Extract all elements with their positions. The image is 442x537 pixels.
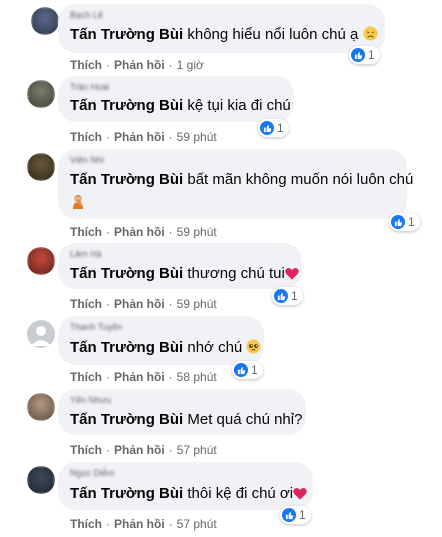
- like-icon: [282, 508, 296, 522]
- like-icon: [274, 289, 288, 303]
- comment-actions: Thích · Phản hồi · 57 phút: [70, 517, 217, 531]
- comment-text: Tấn Trường Bùi bất mãn không muốn nói lu…: [70, 171, 413, 188]
- comment-bubble: Trần Hoài Tấn Trường Bùi kệ tụi kia đi c…: [58, 76, 294, 137]
- comment-text: Tấn Trường Bùi thôi kệ đi chú ơi: [70, 485, 307, 504]
- comment-author[interactable]: Viên Nhi: [70, 155, 104, 165]
- comment-body: thôi kệ đi chú ơi: [187, 485, 294, 502]
- mention-link[interactable]: Tấn Trường Bùi: [70, 411, 183, 428]
- comment-timestamp[interactable]: 57 phút: [177, 443, 217, 457]
- comment-timestamp[interactable]: 59 phút: [177, 130, 217, 144]
- reply-link[interactable]: Phản hồi: [114, 517, 165, 531]
- like-link[interactable]: Thích: [70, 130, 102, 144]
- reaction-count: 1: [277, 121, 284, 135]
- comment-timestamp[interactable]: 1 giờ: [177, 58, 204, 72]
- comment-bubble: Lâm Hà Tấn Trường Bùi thương chú tui 1: [58, 243, 303, 305]
- like-icon: [234, 363, 248, 377]
- like-link[interactable]: Thích: [70, 58, 102, 72]
- like-link[interactable]: Thích: [70, 443, 102, 457]
- reaction-badge[interactable]: 1: [232, 361, 263, 379]
- red-heart-icon: [285, 267, 299, 284]
- red-heart-icon: [293, 487, 307, 504]
- comment-timestamp[interactable]: 59 phút: [177, 297, 217, 311]
- comment-actions: Thích · Phản hồi · 57 phút: [70, 443, 217, 457]
- avatar[interactable]: [27, 80, 55, 108]
- comment-body: Met quá chú nhỉ?: [187, 411, 303, 428]
- comment-author[interactable]: Ngọc Diễm: [70, 468, 115, 478]
- reaction-badge[interactable]: 1: [272, 287, 303, 305]
- mention-link[interactable]: Tấn Trường Bùi: [70, 485, 183, 502]
- reaction-badge[interactable]: 1: [280, 506, 311, 524]
- avatar[interactable]: [27, 320, 55, 348]
- like-link[interactable]: Thích: [70, 225, 102, 239]
- reaction-count: 1: [251, 363, 258, 377]
- comment-body: bất mãn không muốn nói luôn chú: [187, 171, 414, 188]
- comment-bubble: Viên Nhi Tấn Trường Bùi bất mãn không mu…: [58, 149, 420, 231]
- comment-actions: Thích · Phản hồi · 1 giờ: [70, 58, 204, 72]
- avatar[interactable]: [27, 153, 55, 181]
- comment-body: kệ tụi kia đi chú: [187, 97, 291, 114]
- like-link[interactable]: Thích: [70, 370, 102, 384]
- reply-link[interactable]: Phản hồi: [114, 370, 165, 384]
- pleading-face-icon: [246, 339, 261, 358]
- reaction-badge[interactable]: 1: [258, 119, 289, 137]
- comment-timestamp[interactable]: 59 phút: [177, 225, 217, 239]
- comment-author[interactable]: Yến Nhưu: [70, 395, 111, 405]
- comment-author[interactable]: Bạch Lê: [70, 10, 103, 20]
- comment-actions: Thích · Phản hồi · 59 phút: [70, 297, 217, 311]
- comment-bubble: Bạch Lê Tấn Trường Bùi không hiểu nổi lu…: [58, 4, 385, 64]
- comment-bubble: Thanh Tuyền Tấn Trường Bùi nhớ chú 1: [58, 316, 264, 379]
- comment-body: không hiểu nổi luôn chú ạ: [187, 26, 359, 43]
- comment-author[interactable]: Lâm Hà: [70, 249, 102, 259]
- comment-actions: Thích · Phản hồi · 59 phút: [70, 225, 217, 239]
- comment-text: Tấn Trường Bùi thương chú tui: [70, 265, 299, 284]
- mention-link[interactable]: Tấn Trường Bùi: [70, 26, 183, 43]
- comment-text: Tấn Trường Bùi không hiểu nổi luôn chú ạ: [70, 26, 378, 45]
- comment-body: thương chú tui: [187, 265, 285, 282]
- reply-link[interactable]: Phản hồi: [114, 58, 165, 72]
- reply-link[interactable]: Phản hồi: [114, 225, 165, 239]
- person-facepalming-icon: [70, 193, 86, 213]
- comment-timestamp[interactable]: 57 phút: [177, 517, 217, 531]
- like-link[interactable]: Thích: [70, 297, 102, 311]
- comment-text: Tấn Trường Bùi nhớ chú: [70, 339, 261, 358]
- comment-bubble: Ngọc Diễm Tấn Trường Bùi thôi kệ đi chú …: [58, 462, 313, 524]
- reaction-badge[interactable]: 1: [349, 46, 380, 64]
- reaction-count: 1: [299, 508, 306, 522]
- default-avatar-icon: [31, 326, 51, 346]
- like-icon: [391, 215, 405, 229]
- like-icon: [260, 121, 274, 135]
- comment-actions: Thích · Phản hồi · 58 phút: [70, 370, 217, 384]
- avatar[interactable]: [27, 466, 55, 494]
- comment-bubble: Yến Nhưu Tấn Trường Bùi Met quá chú nhỉ?: [58, 389, 306, 435]
- comment-timestamp[interactable]: 58 phút: [177, 370, 217, 384]
- comment-text: Tấn Trường Bùi kệ tụi kia đi chú: [70, 97, 291, 114]
- mention-link[interactable]: Tấn Trường Bùi: [70, 171, 183, 188]
- like-icon: [351, 48, 365, 62]
- avatar[interactable]: [27, 393, 55, 421]
- comment-actions: Thích · Phản hồi · 59 phút: [70, 130, 217, 144]
- avatar[interactable]: [27, 247, 55, 275]
- mention-link[interactable]: Tấn Trường Bùi: [70, 339, 183, 356]
- reaction-badge[interactable]: 1: [389, 213, 420, 231]
- reaction-count: 1: [408, 215, 415, 229]
- reaction-count: 1: [368, 48, 375, 62]
- reply-link[interactable]: Phản hồi: [114, 130, 165, 144]
- reply-link[interactable]: Phản hồi: [114, 297, 165, 311]
- comment-emoji-line: [70, 193, 86, 213]
- disappointed-face-icon: [363, 26, 378, 45]
- like-link[interactable]: Thích: [70, 517, 102, 531]
- comment-body: nhớ chú: [187, 339, 243, 356]
- comment-text: Tấn Trường Bùi Met quá chú nhỉ?: [70, 411, 302, 428]
- reply-link[interactable]: Phản hồi: [114, 443, 165, 457]
- mention-link[interactable]: Tấn Trường Bùi: [70, 97, 183, 114]
- reaction-count: 1: [291, 289, 298, 303]
- comment-author[interactable]: Thanh Tuyền: [70, 322, 123, 332]
- mention-link[interactable]: Tấn Trường Bùi: [70, 265, 183, 282]
- avatar[interactable]: [31, 7, 59, 35]
- comment-author[interactable]: Trần Hoài: [70, 82, 109, 92]
